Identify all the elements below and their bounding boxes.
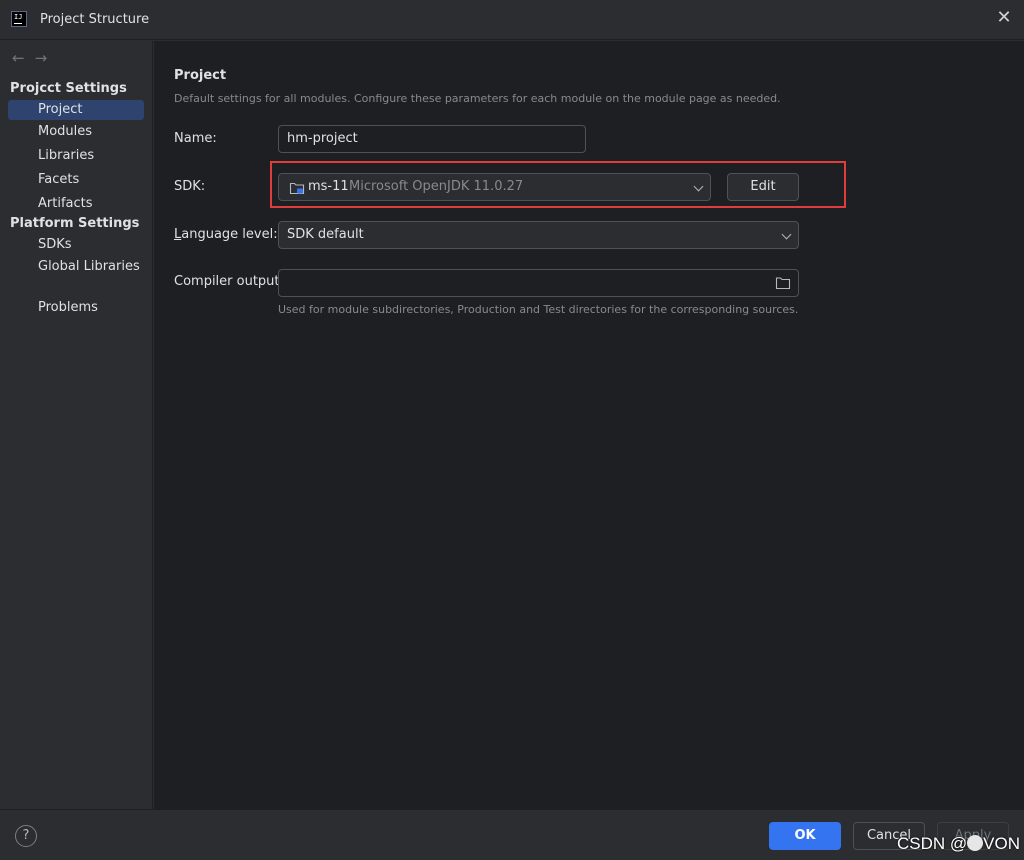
- chevron-down-icon: [693, 181, 704, 192]
- dialog-footer: ? OK Cancel Apply CSDN @VON: [0, 809, 1024, 860]
- sdk-name: ms-11: [308, 179, 349, 194]
- page-title: Project: [174, 68, 227, 83]
- language-level-label: Language level:: [174, 227, 278, 242]
- chevron-down-icon: [781, 229, 792, 240]
- name-field[interactable]: hm-project: [278, 125, 586, 153]
- main-panel: Project Default settings for all modules…: [154, 41, 1024, 809]
- edit-sdk-button[interactable]: Edit: [727, 173, 799, 201]
- page-description: Default settings for all modules. Config…: [174, 92, 781, 105]
- sidebar-item-problems[interactable]: Problems: [8, 298, 144, 318]
- sdk-detail: Microsoft OpenJDK 11.0.27: [349, 179, 524, 194]
- arrow-right-icon[interactable]: →: [35, 49, 48, 67]
- folder-icon[interactable]: [775, 276, 791, 290]
- watermark: CSDN @ VON: [897, 834, 1020, 853]
- compiler-output-label: Compiler output:: [174, 274, 284, 289]
- sidebar-item-project[interactable]: Project: [8, 100, 144, 120]
- sidebar-item-libraries[interactable]: Libraries: [8, 146, 144, 166]
- project-settings-heading: Projcct Settings: [10, 81, 127, 96]
- name-value: hm-project: [287, 131, 358, 146]
- sidebar-item-modules[interactable]: Modules: [8, 122, 144, 142]
- avatar: [967, 835, 984, 851]
- sidebar-item-facets[interactable]: Facets: [8, 170, 144, 190]
- name-label: Name:: [174, 131, 217, 146]
- platform-settings-heading: Platform Settings: [10, 216, 140, 231]
- sidebar-item-global-libraries[interactable]: Global Libraries: [8, 257, 144, 277]
- language-level-dropdown[interactable]: SDK default: [278, 221, 799, 249]
- ok-button[interactable]: OK: [769, 822, 841, 850]
- sdk-label: SDK:: [174, 179, 206, 194]
- arrow-left-icon[interactable]: ←: [12, 49, 25, 67]
- compiler-output-hint: Used for module subdirectories, Producti…: [278, 303, 799, 316]
- nav-arrows: ← →: [12, 49, 57, 67]
- language-level-value: SDK default: [287, 227, 364, 242]
- compiler-output-field[interactable]: [278, 269, 799, 297]
- sidebar-item-sdks[interactable]: SDKs: [8, 235, 144, 255]
- sidebar-item-artifacts[interactable]: Artifacts: [8, 194, 144, 214]
- folder-jdk-icon: [289, 182, 305, 195]
- window-title: Project Structure: [40, 12, 150, 27]
- sdk-dropdown[interactable]: ms-11 Microsoft OpenJDK 11.0.27: [278, 173, 711, 201]
- help-button[interactable]: ?: [15, 825, 37, 847]
- title-bar: IJ Project Structure ✕: [0, 0, 1024, 40]
- sidebar: ← → Projcct Settings Project Modules Libr…: [0, 41, 153, 809]
- close-icon[interactable]: ✕: [994, 8, 1014, 28]
- intellij-idea-icon: IJ: [11, 11, 27, 27]
